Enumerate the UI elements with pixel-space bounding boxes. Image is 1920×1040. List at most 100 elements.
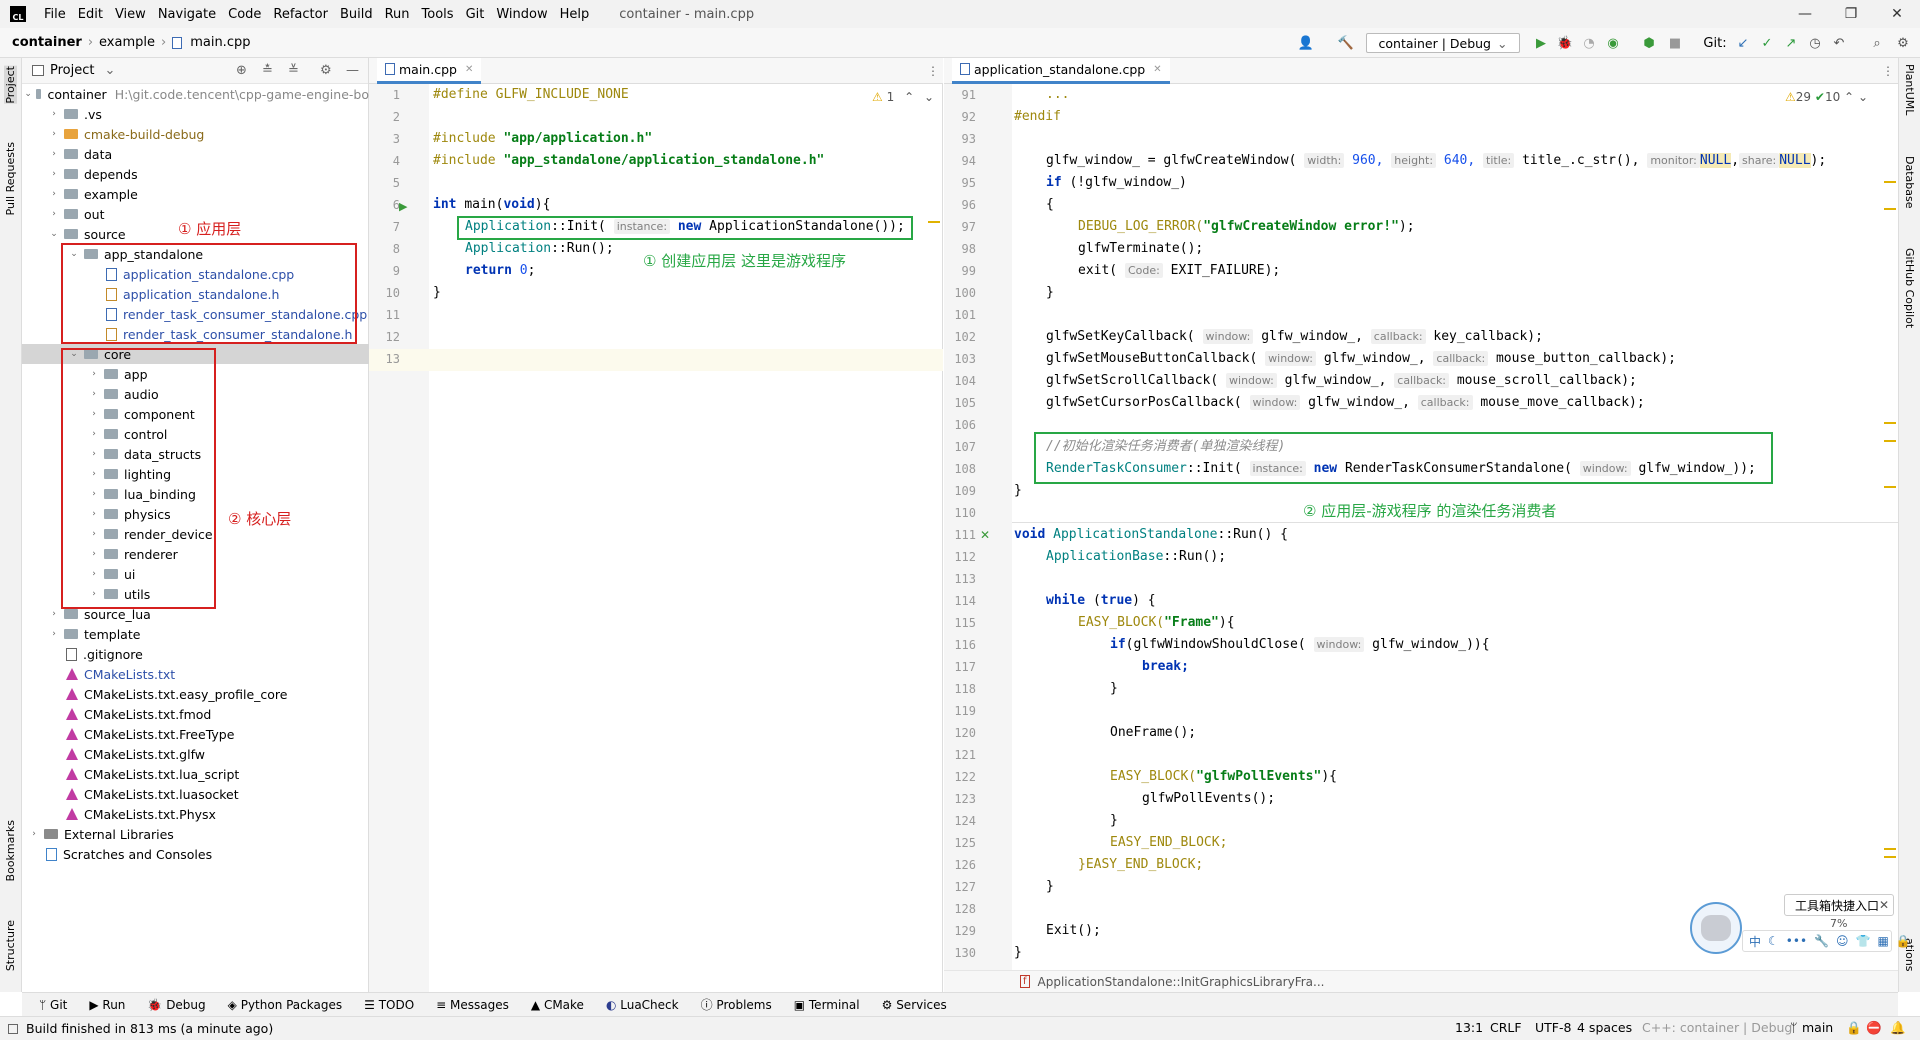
code-line[interactable]: glfwSetCursorPosCallback( window: glfw_w… [1046,392,1645,414]
code-line[interactable]: #endif [1014,106,1061,128]
code-line[interactable]: while (true) { [1046,590,1156,612]
menu-refactor[interactable]: Refactor [267,7,334,22]
expand-all-icon[interactable]: ≛ [262,63,273,78]
code-line[interactable]: OneFrame(); [1110,722,1196,744]
todo-tool-button[interactable]: ☰ TODO [353,998,425,1012]
debug-icon[interactable]: 🐞 [1556,33,1574,53]
breadcrumb-folder[interactable]: example [95,35,159,50]
chevron-down-icon[interactable]: ⌄ [48,229,60,239]
profile-icon[interactable]: ◉ [1604,33,1622,53]
caret-position[interactable]: 13:1 [1455,1020,1483,1035]
menu-view[interactable]: View [109,7,152,22]
tree-item[interactable]: Scratches and Consoles [22,844,369,864]
resolve-context[interactable]: C++: container | Debug [1642,1020,1792,1035]
settings-gear-icon[interactable]: ⚙ [1894,33,1912,53]
code-line[interactable]: glfwSetKeyCallback( window: glfw_window_… [1046,326,1543,348]
grid-icon[interactable]: ▦ [1877,934,1888,948]
menu-navigate[interactable]: Navigate [152,7,222,22]
code-line[interactable]: return 0; [465,260,535,282]
chevron-right-icon[interactable]: › [48,609,60,619]
problems-tool-button[interactable]: ⓘ Problems [690,996,783,1013]
minimize-button[interactable]: — [1782,0,1828,28]
plantuml-tool-tab[interactable]: PlantUML [1903,64,1916,115]
emoji-icon[interactable]: ☺ [1836,934,1849,948]
run-icon[interactable]: ▶ [1532,33,1550,53]
tree-item[interactable]: CMakeLists.txt.FreeType [22,724,369,744]
chevron-down-icon[interactable]: ⌄ [924,90,934,104]
tree-item[interactable]: CMakeLists.txt [22,664,369,684]
code-line[interactable]: } [1046,282,1054,304]
chevron-right-icon[interactable]: › [48,109,60,119]
tree-root[interactable]: ⌄ container H:\git.code.tencent\cpp-game-e… [22,84,369,104]
code-breadcrumb[interactable]: ApplicationStandalone::InitGraphicsLibra… [1038,975,1325,989]
debug-tool-button[interactable]: 🐞 Debug [136,998,216,1012]
tree-item[interactable]: CMakeLists.txt.lua_script [22,764,369,784]
shirt-icon[interactable]: 👕 [1855,934,1870,948]
warning-counter[interactable]: ⚠ 1 ⌃ ⌄ [872,90,934,104]
github-copilot-tool-tab[interactable]: GitHub Copilot [1903,248,1916,328]
code-line[interactable]: EASY_END_BLOCK; [1110,832,1227,854]
close-tab-icon[interactable]: ✕ [465,64,473,75]
code-line[interactable]: int main(void){ [433,194,550,216]
code-line[interactable]: EASY_BLOCK("Frame"){ [1078,612,1235,634]
ime-toolbar[interactable]: 中 ☾ ••• 🔧 ☺ 👕 ▦ 🔒 [1742,930,1911,952]
tree-item[interactable]: CMakeLists.txt.Physx [22,804,369,824]
more-options-icon[interactable]: ⋮ [927,64,939,78]
git-tool-button[interactable]: ᛘ Git [28,998,78,1012]
chevron-right-icon[interactable]: › [48,189,60,199]
menu-edit[interactable]: Edit [72,7,109,22]
code-line[interactable]: glfwTerminate(); [1078,238,1203,260]
run-tool-button[interactable]: ▶ Run [78,998,136,1012]
chevron-right-icon[interactable]: › [48,129,60,139]
tree-item[interactable]: CMakeLists.txt.luasocket [22,784,369,804]
code-line[interactable]: Application::Run(); [465,238,614,260]
locate-icon[interactable]: ⊕ [236,63,247,78]
services-tool-button[interactable]: ⚙ Services [871,998,958,1012]
close-window-button[interactable]: ✕ [1874,0,1920,28]
menu-git[interactable]: Git [460,7,491,22]
tree-item[interactable]: › example [22,184,369,204]
project-tool-tab[interactable]: Project [4,66,17,104]
tree-item[interactable]: › External Libraries [22,824,369,844]
collapse-all-icon[interactable]: ≚ [288,63,299,78]
git-push-icon[interactable]: ↗ [1782,33,1800,53]
breadcrumb-file[interactable]: main.cpp [186,35,254,50]
line-ending[interactable]: CRLF [1490,1020,1522,1035]
more-options-icon[interactable]: ⋮ [1882,64,1894,78]
ime-language[interactable]: 中 [1749,933,1761,950]
file-encoding[interactable]: UTF-8 [1535,1020,1571,1035]
code-line[interactable]: Exit(); [1046,920,1101,942]
build-hammer-icon[interactable]: 🔨 [1336,33,1356,53]
menu-code[interactable]: Code [222,7,267,22]
code-line[interactable]: exit( Code: EXIT_FAILURE); [1078,260,1280,282]
tab-application-standalone-cpp[interactable]: application_standalone.cpp ✕ [952,57,1170,84]
code-line[interactable]: #define GLFW_INCLUDE_NONE [433,84,629,106]
menu-tools[interactable]: Tools [416,7,460,22]
project-panel-title[interactable]: Project [50,63,94,78]
toolbox-popup[interactable]: 工具箱快捷入口 ✕ [1784,894,1894,916]
maximize-button[interactable]: ❐ [1828,0,1874,28]
code-line[interactable]: ApplicationBase::Run(); [1046,546,1226,568]
code-line[interactable]: glfwSetMouseButtonCallback( window: glfw… [1046,348,1676,370]
indent-setting[interactable]: 4 spaces [1577,1020,1632,1035]
dots-icon[interactable]: ••• [1786,934,1807,948]
options-gear-icon[interactable]: ⚙ [320,63,332,78]
run-config-select[interactable]: container | Debug ⌄ [1366,33,1520,53]
code-line[interactable]: } [1110,810,1118,832]
code-line[interactable]: DEBUG_LOG_ERROR("glfwCreateWindow error!… [1078,216,1415,238]
code-line[interactable]: #include "app/application.h" [433,128,652,150]
chevron-right-icon[interactable]: › [48,149,60,159]
assistant-avatar-icon[interactable] [1690,902,1742,954]
code-line[interactable]: EASY_BLOCK("glfwPollEvents"){ [1110,766,1337,788]
cmake-tool-button[interactable]: ▲ CMake [520,998,595,1012]
notifications-icon[interactable]: 🔔 [1890,1020,1906,1036]
code-line[interactable]: } [1110,678,1118,700]
chevron-right-icon[interactable]: › [48,209,60,219]
git-commit-icon[interactable]: ✓ [1758,33,1776,53]
lock-icon[interactable]: 🔒 [1896,934,1911,948]
menu-help[interactable]: Help [554,7,596,22]
tab-main-cpp[interactable]: main.cpp ✕ [377,57,482,84]
chevron-right-icon[interactable]: › [28,829,40,839]
structure-tool-tab[interactable]: Structure [4,920,17,971]
close-icon[interactable]: ✕ [1879,898,1889,912]
